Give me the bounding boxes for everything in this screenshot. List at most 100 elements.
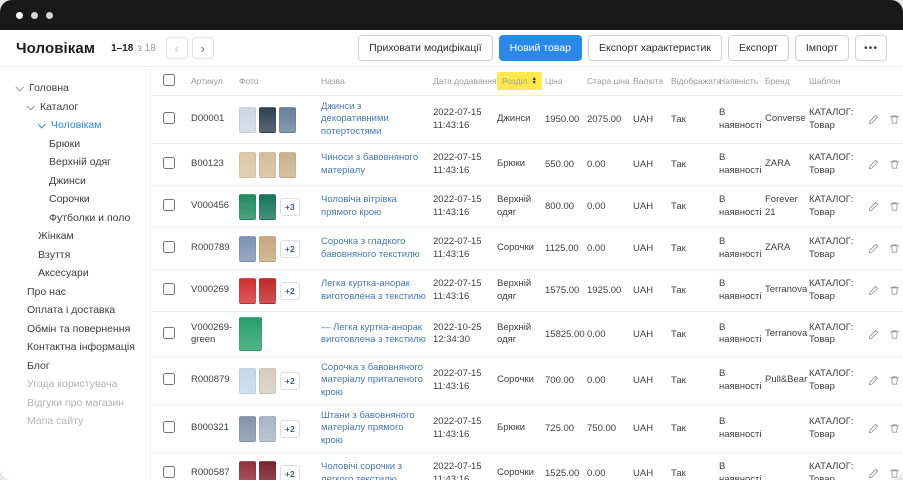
table-row[interactable]: R000879 +2 Сорочка з бавовняного матеріа… bbox=[151, 357, 903, 405]
product-price: 800.00 bbox=[545, 201, 587, 212]
more-photos-badge[interactable]: +2 bbox=[280, 372, 300, 390]
table-row[interactable]: B00123 Чиноси з бавовняного матеріалу 20… bbox=[151, 144, 903, 186]
pagination-prev-button[interactable]: ‹ bbox=[166, 37, 188, 59]
sidebar-item[interactable]: Головна bbox=[0, 79, 150, 98]
edit-icon[interactable] bbox=[867, 328, 879, 340]
sidebar-item[interactable]: Жінкам bbox=[0, 227, 150, 246]
delete-icon[interactable] bbox=[888, 201, 900, 213]
column-header-currency[interactable]: Валюта bbox=[633, 76, 671, 86]
product-photos: +2 bbox=[239, 278, 321, 304]
column-header-sku[interactable]: Артикул bbox=[191, 76, 239, 86]
row-checkbox[interactable] bbox=[163, 466, 175, 478]
minimize-window-button[interactable] bbox=[31, 12, 38, 19]
product-name-link[interactable]: Чоловіча вітрівка прямого крою bbox=[321, 194, 427, 219]
product-name-link[interactable]: Сорочка з бавовняного матеріалу притален… bbox=[321, 362, 427, 399]
sort-arrows-icon[interactable]: ▲▼ bbox=[531, 77, 536, 85]
column-header-brand[interactable]: Бренд bbox=[765, 76, 809, 86]
edit-icon[interactable] bbox=[867, 201, 879, 213]
delete-icon[interactable] bbox=[888, 243, 900, 255]
column-header-date[interactable]: Дата додавання bbox=[433, 76, 497, 86]
select-all-checkbox[interactable] bbox=[163, 74, 175, 86]
sidebar-item[interactable]: Чоловікам bbox=[0, 116, 150, 135]
more-photos-badge[interactable]: +2 bbox=[280, 282, 300, 300]
delete-icon[interactable] bbox=[888, 375, 900, 387]
sidebar-item[interactable]: Взуття bbox=[0, 246, 150, 265]
row-checkbox[interactable] bbox=[163, 373, 175, 385]
delete-icon[interactable] bbox=[888, 285, 900, 297]
pagination-next-button[interactable]: › bbox=[192, 37, 214, 59]
table-row[interactable]: D00001 Джинси з декоративними потертостя… bbox=[151, 96, 903, 144]
edit-icon[interactable] bbox=[867, 159, 879, 171]
table-row[interactable]: V000269-green — Легка куртка-анорак виго… bbox=[151, 312, 903, 357]
sidebar-item[interactable]: Угода користувача bbox=[0, 375, 150, 394]
product-name-link[interactable]: Джинси з декоративними потертостями bbox=[321, 101, 427, 138]
row-checkbox[interactable] bbox=[163, 112, 175, 124]
sidebar-item[interactable]: Обмін та повернення bbox=[0, 320, 150, 339]
edit-icon[interactable] bbox=[867, 375, 879, 387]
delete-icon[interactable] bbox=[888, 159, 900, 171]
hide-modifications-button[interactable]: Приховати модифікації bbox=[358, 35, 493, 61]
row-checkbox[interactable] bbox=[163, 241, 175, 253]
column-header-availability[interactable]: Наявність bbox=[719, 76, 765, 86]
import-button[interactable]: Імпорт bbox=[795, 35, 849, 61]
sidebar-item[interactable]: Відгуки про магазин bbox=[0, 394, 150, 413]
maximize-window-button[interactable] bbox=[46, 12, 53, 19]
table-row[interactable]: V000269 +2 Легка куртка-анорак виготовле… bbox=[151, 270, 903, 312]
more-photos-badge[interactable]: +3 bbox=[280, 198, 300, 216]
column-header-name[interactable]: Назва bbox=[321, 76, 433, 86]
more-photos-badge[interactable]: +2 bbox=[280, 420, 300, 438]
sidebar-item[interactable]: Оплата і доставка bbox=[0, 301, 150, 320]
sidebar-item[interactable]: Джинси bbox=[0, 172, 150, 191]
sidebar-item[interactable]: Футболки и поло bbox=[0, 209, 150, 228]
sidebar-item[interactable]: Аксесуари bbox=[0, 264, 150, 283]
edit-icon[interactable] bbox=[867, 468, 879, 480]
column-header-display[interactable]: Відображати bbox=[671, 76, 719, 86]
row-select-cell bbox=[163, 241, 191, 256]
table-row[interactable]: V000456 +3 Чоловіча вітрівка прямого кро… bbox=[151, 186, 903, 228]
product-name-link[interactable]: — Легка куртка-анорак виготовлена з текс… bbox=[321, 322, 427, 347]
close-window-button[interactable] bbox=[16, 12, 23, 19]
sidebar-item[interactable]: Сорочки bbox=[0, 190, 150, 209]
table-row[interactable]: R000789 +2 Сорочка з гладкого бавовняног… bbox=[151, 228, 903, 270]
row-checkbox[interactable] bbox=[163, 199, 175, 211]
export-characteristics-button[interactable]: Експорт характеристик bbox=[588, 35, 722, 61]
row-select-cell bbox=[163, 199, 191, 214]
product-name-link[interactable]: Легка куртка-анорак виготовлена з тексти… bbox=[321, 278, 427, 303]
product-photo bbox=[239, 317, 262, 351]
more-photos-badge[interactable]: +2 bbox=[280, 240, 300, 258]
product-name-link[interactable]: Штани з бавовняного матеріалу прямого кр… bbox=[321, 410, 427, 447]
more-actions-button[interactable]: ••• bbox=[855, 35, 887, 61]
product-date: 2022-07-15 11:43:16 bbox=[433, 152, 497, 177]
export-button[interactable]: Експорт bbox=[728, 35, 789, 61]
sidebar-item[interactable]: Мапа сайту bbox=[0, 412, 150, 431]
sidebar-item[interactable]: Блог bbox=[0, 357, 150, 376]
edit-icon[interactable] bbox=[867, 285, 879, 297]
row-checkbox[interactable] bbox=[163, 327, 175, 339]
column-header-template[interactable]: Шаблон bbox=[809, 76, 867, 86]
column-header-old-price[interactable]: Стара ціна bbox=[587, 76, 633, 86]
column-header-price[interactable]: Ціна bbox=[545, 76, 587, 86]
delete-icon[interactable] bbox=[888, 328, 900, 340]
edit-icon[interactable] bbox=[867, 423, 879, 435]
row-checkbox[interactable] bbox=[163, 283, 175, 295]
column-header-section[interactable]: Розділ ▲▼ bbox=[497, 72, 545, 90]
sidebar-item[interactable]: Про нас bbox=[0, 283, 150, 302]
sidebar-item[interactable]: Брюки bbox=[0, 135, 150, 154]
delete-icon[interactable] bbox=[888, 114, 900, 126]
edit-icon[interactable] bbox=[867, 243, 879, 255]
sidebar-item[interactable]: Верхній одяг bbox=[0, 153, 150, 172]
product-name-link[interactable]: Чиноси з бавовняного матеріалу bbox=[321, 152, 427, 177]
product-name-link[interactable]: Чоловічі сорочки з легкого текстилю bbox=[321, 461, 427, 480]
sidebar-item[interactable]: Каталог bbox=[0, 98, 150, 117]
row-checkbox[interactable] bbox=[163, 157, 175, 169]
new-product-button[interactable]: Новий товар bbox=[499, 35, 582, 61]
delete-icon[interactable] bbox=[888, 468, 900, 480]
edit-icon[interactable] bbox=[867, 114, 879, 126]
sidebar-item[interactable]: Контактна інформація bbox=[0, 338, 150, 357]
more-photos-badge[interactable]: +2 bbox=[280, 465, 300, 480]
row-checkbox[interactable] bbox=[163, 421, 175, 433]
table-row[interactable]: B000321 +2 Штани з бавовняного матеріалу… bbox=[151, 405, 903, 453]
product-name-link[interactable]: Сорочка з гладкого бавовняного текстилю bbox=[321, 236, 427, 261]
table-row[interactable]: R000587 +2 Чоловічі сорочки з легкого те… bbox=[151, 453, 903, 480]
delete-icon[interactable] bbox=[888, 423, 900, 435]
